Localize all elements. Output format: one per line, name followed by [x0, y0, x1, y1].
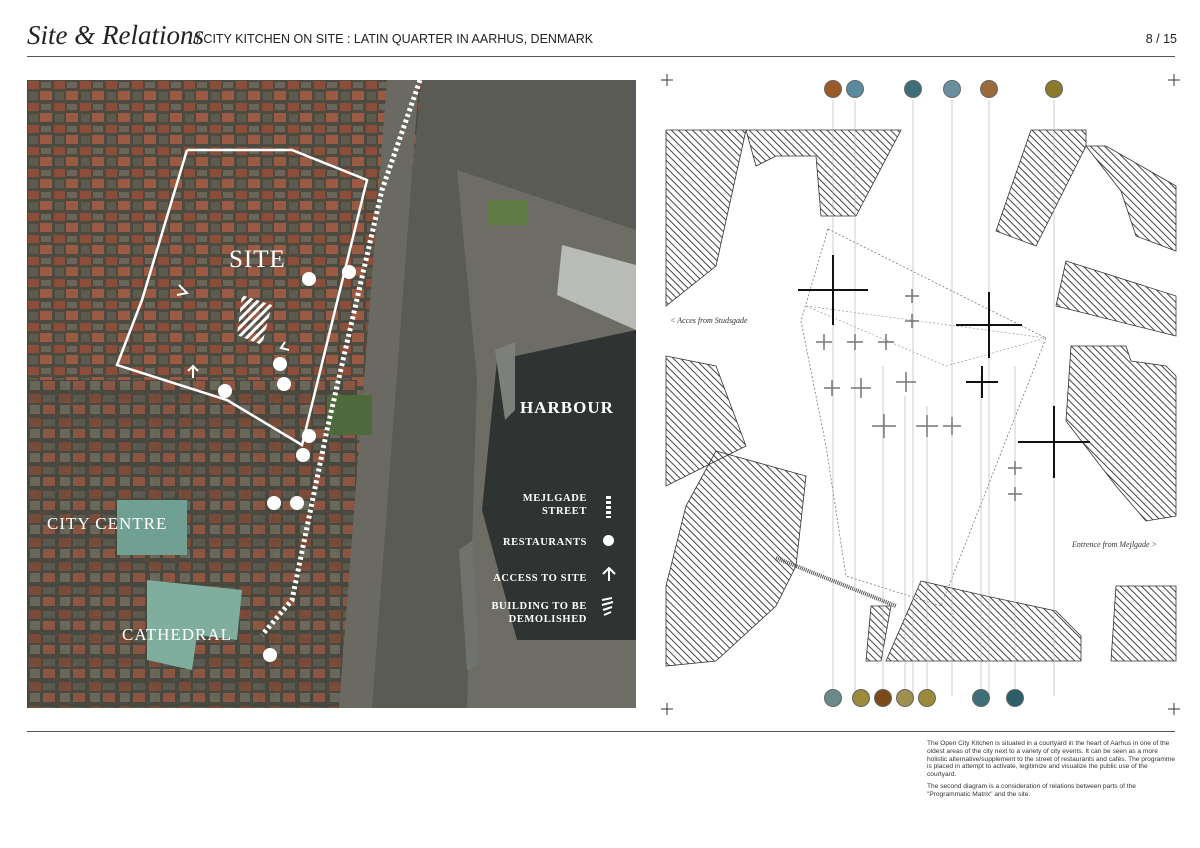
fork-knife-icon: [603, 535, 614, 546]
entrance-from-mejlgade: Entrence from Mejlgade >: [1072, 540, 1158, 549]
fork-knife-icon: [302, 272, 316, 286]
header-divider: [27, 56, 1175, 57]
legend-access: ACCESS TO SITE: [493, 573, 587, 584]
description-text: The Open City Kitchen is situated in a c…: [927, 740, 1177, 803]
legend-restaurants: RESTAURANTS: [502, 537, 587, 548]
legend-street-line1: MEJLGADE: [522, 493, 587, 504]
aerial-site-map: SITE HARBOUR CITY CENTRE CATHEDRAL MEJLG…: [27, 80, 636, 708]
fork-knife-icon: [273, 357, 287, 371]
fork-knife-icon: [302, 429, 316, 443]
programme-icon: [1006, 689, 1024, 707]
programme-icon: [824, 80, 842, 98]
access-from-studsgade: < Acces from Studsgade: [670, 316, 748, 325]
programme-icon: [874, 689, 892, 707]
fork-knife-icon: [277, 377, 291, 391]
description-paragraph-2: The second diagram is a consideration of…: [927, 782, 1136, 798]
programme-icon: [918, 689, 936, 707]
description-paragraph-1: The Open City Kitchen is situated in a c…: [927, 740, 1176, 779]
label-site: SITE: [229, 246, 286, 273]
legend-demolished-line2: DEMOLISHED: [508, 614, 587, 625]
programme-icon: [852, 689, 870, 707]
page-number: 8 / 15: [1145, 32, 1177, 46]
demolished-hatch-icon: [601, 597, 614, 616]
programme-icon: [896, 689, 914, 707]
legend-street: MEJLGADE STREET: [507, 492, 587, 518]
legend-street-line2: STREET: [541, 506, 587, 517]
label-harbour: HARBOUR: [520, 398, 614, 417]
fork-knife-icon: [342, 265, 356, 279]
programme-icon: [1045, 80, 1063, 98]
programme-icon: [972, 689, 990, 707]
legend-demolished: BUILDING TO BE DEMOLISHED: [477, 600, 587, 626]
programme-icon: [846, 80, 864, 98]
arrow-up-icon: [602, 566, 616, 581]
legend-demolished-line1: BUILDING TO BE: [491, 601, 587, 612]
fork-knife-icon: [267, 496, 281, 510]
programme-icon: [824, 689, 842, 707]
label-cathedral: CATHEDRAL: [122, 625, 233, 644]
fork-knife-icon: [263, 648, 277, 662]
page-title: Site & Relations: [27, 20, 204, 50]
programme-icon: [904, 80, 922, 98]
fork-knife-icon: [218, 384, 232, 398]
programme-icon: [980, 80, 998, 98]
diagram-drawing: [661, 74, 1180, 715]
footer-divider: [27, 731, 1175, 732]
label-city-centre: CITY CENTRE: [47, 514, 168, 533]
page-header: Site & Relations // CITY KITCHEN ON SITE…: [27, 20, 1177, 54]
dashed-street-icon: [606, 496, 611, 518]
site-relation-diagram: < Acces from Studsgade Entrence from Mej…: [656, 66, 1186, 720]
page-subtitle: // CITY KITCHEN ON SITE : LATIN QUARTER …: [193, 32, 594, 46]
fork-knife-icon: [290, 496, 304, 510]
programme-icon: [943, 80, 961, 98]
fork-knife-icon: [296, 448, 310, 462]
